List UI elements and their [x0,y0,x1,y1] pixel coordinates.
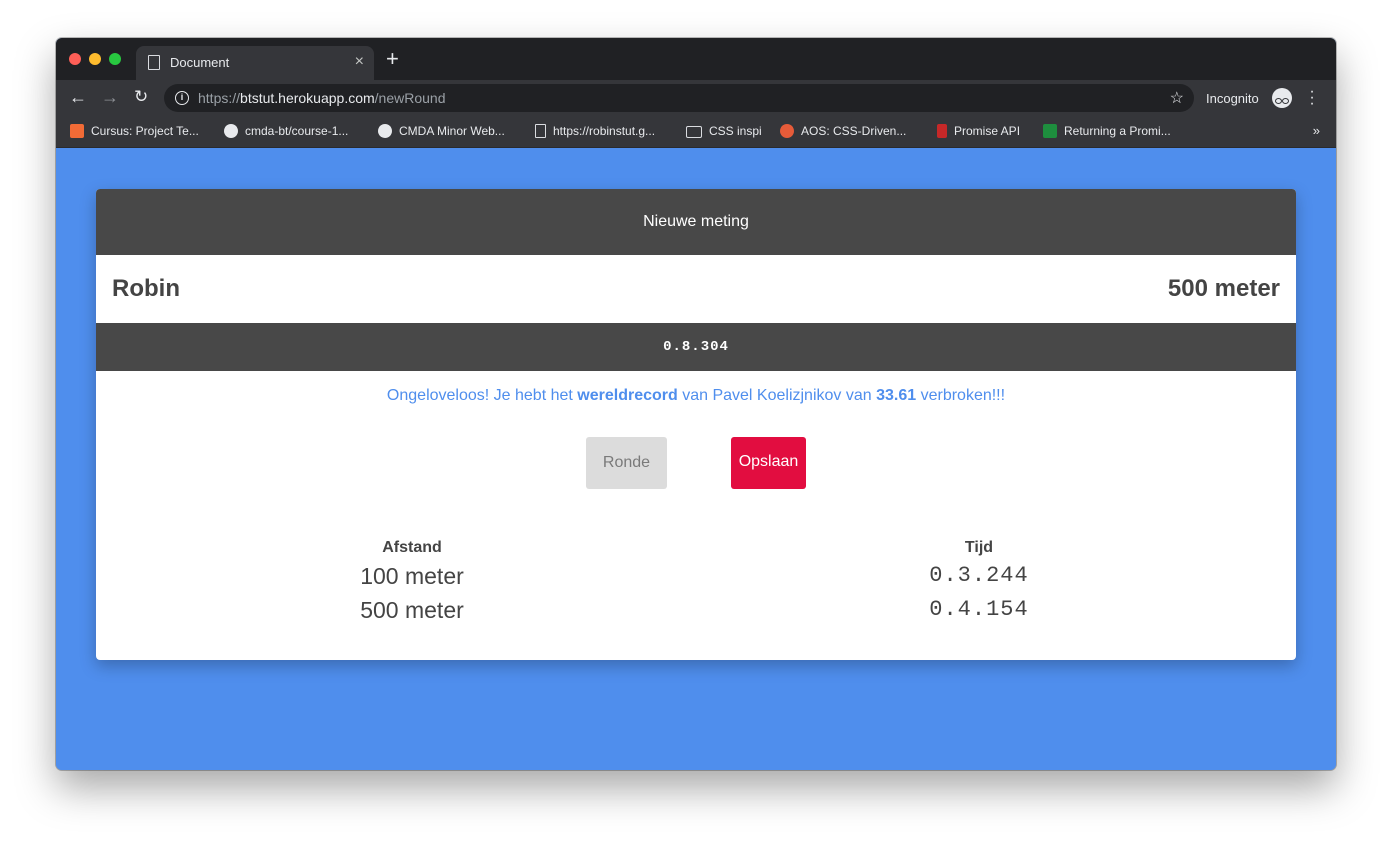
incognito-icon[interactable] [1272,88,1292,108]
browser-window: Document × + ← → ↻ i https://btstut.hero… [56,38,1336,770]
bookmark-label: Returning a Promi... [1064,124,1171,138]
bookmark-label: CSS inspi [709,124,762,138]
bookmark-item[interactable]: Cursus: Project Te... [70,124,199,138]
distance-label: 500 meter [1167,275,1280,302]
table-cell: 500 meter [360,597,464,623]
folder-icon [686,126,702,138]
column-header: Afstand [382,539,442,556]
bookmark-item[interactable]: AOS: CSS-Driven... [780,124,906,138]
tab-document[interactable]: Document × [136,46,374,80]
new-tab-button[interactable]: + [386,48,399,70]
url-scheme: https:// [198,90,241,106]
bookmark-label: Promise API [954,124,1021,138]
invision-icon [70,124,84,138]
bookmark-item[interactable]: Promise API [937,124,1020,138]
save-button[interactable]: Opslaan [731,437,806,489]
bookmark-label: cmda-bt/course-1... [245,124,349,138]
column-header: Tijd [964,539,994,556]
record-message: Ongeloveloos! Je hebt het wereldrecord v… [96,387,1296,405]
measurement-card: Nieuwe meting Robin 500 meter 0.8.304 On… [96,189,1296,660]
minimize-window-button[interactable] [89,53,101,65]
message-highlight: wereldrecord [577,387,678,404]
bookmark-star-icon[interactable]: ☆ [1170,88,1184,108]
browser-toolbar: ← → ↻ i https://btstut.herokuapp.com/new… [56,80,1336,116]
timer-display: 0.8.304 [96,323,1296,371]
tab-strip: Document × + [56,38,1336,80]
round-button[interactable]: Ronde [586,437,667,489]
url-path: /newRound [374,90,446,106]
table-cell: 0.4.154 [929,597,1029,622]
forward-arrow-icon[interactable]: → [101,88,119,106]
bookmarks-overflow-icon[interactable]: » [1313,123,1320,138]
bookmark-item[interactable]: https://robinstut.g... [535,124,655,138]
bookmark-label: AOS: CSS-Driven... [801,124,907,138]
athlete-row: Robin 500 meter [96,255,1296,323]
page-content: Nieuwe meting Robin 500 meter 0.8.304 On… [56,149,1336,770]
table-cell: 0.3.244 [929,563,1029,588]
back-arrow-icon[interactable]: ← [69,88,87,106]
table-cell: 100 meter [360,563,464,589]
page-icon [535,124,546,138]
message-text: verbroken!!! [916,387,1006,404]
bookmark-label: CMDA Minor Web... [399,124,505,138]
github-icon [224,124,238,138]
maximize-window-button[interactable] [109,53,121,65]
incognito-label: Incognito [1206,91,1259,106]
tab-title: Document [170,55,230,70]
page-icon [148,55,160,70]
distance-column: Afstand 100 meter 500 meter [262,539,562,627]
returning-icon [1043,124,1057,138]
bookmark-label: Cursus: Project Te... [91,124,199,138]
address-bar[interactable]: i https://btstut.herokuapp.com/newRound … [164,84,1194,112]
message-highlight: 33.61 [876,387,917,404]
bookmarks-bar: Cursus: Project Te... cmda-bt/course-1..… [56,116,1336,148]
card-header: Nieuwe meting [96,189,1296,255]
bookmark-item[interactable]: cmda-bt/course-1... [224,124,348,138]
bookmark-item[interactable]: Returning a Promi... [1043,124,1171,138]
athlete-name: Robin [112,275,180,302]
close-window-button[interactable] [69,53,81,65]
url-text[interactable]: https://btstut.herokuapp.com/newRound [198,90,446,106]
url-host: btstut.herokuapp.com [240,90,375,106]
menu-dots-icon[interactable]: · · · [1309,84,1315,112]
message-text: Ongeloveloos! Je hebt het [386,387,578,404]
info-icon[interactable]: i [175,91,189,105]
time-column: Tijd 0.3.244 0.4.154 [829,539,1129,627]
bookmark-item[interactable]: CSS inspi [686,124,762,138]
reload-icon[interactable]: ↻ [134,88,148,106]
promise-icon [937,124,947,138]
github-icon [378,124,392,138]
bookmark-label: https://robinstut.g... [553,124,656,138]
aos-icon [780,124,794,138]
message-text: van Pavel Koelizjnikov van [677,387,877,404]
bookmark-item[interactable]: CMDA Minor Web... [378,124,505,138]
close-tab-icon[interactable]: × [355,53,364,71]
